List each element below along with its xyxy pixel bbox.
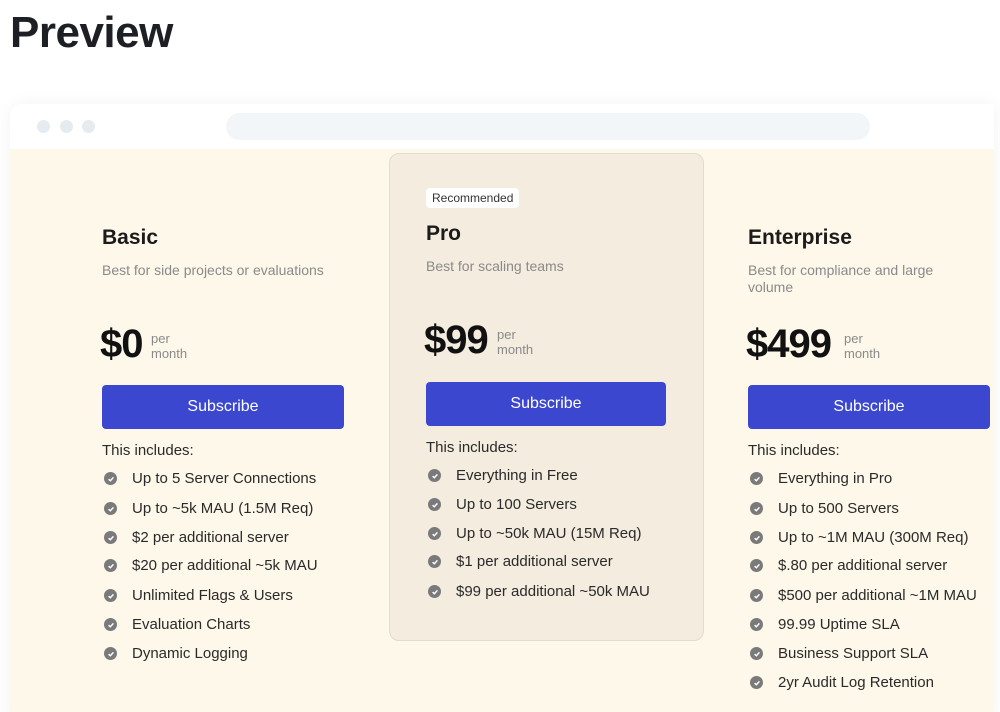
window-titlebar xyxy=(10,104,994,149)
plan-price: $99 xyxy=(424,318,489,362)
subscribe-button-pro[interactable]: Subscribe xyxy=(426,382,666,426)
list-item: Up to ~1M MAU (300M Req) xyxy=(750,529,968,546)
list-item: $.80 per additional server xyxy=(750,557,947,574)
list-item: $1 per additional server xyxy=(428,553,613,570)
plan-name: Basic xyxy=(102,226,159,249)
check-icon xyxy=(428,498,441,511)
check-icon xyxy=(104,647,117,660)
plan-price: $0 xyxy=(100,322,143,366)
plan-price: $499 xyxy=(746,322,832,366)
list-item: Up to 500 Servers xyxy=(750,500,899,517)
price-period: per month xyxy=(844,331,881,361)
check-icon xyxy=(104,531,117,544)
list-item: Evaluation Charts xyxy=(104,616,250,633)
plan-description: Best for side projects or evaluations xyxy=(102,262,324,278)
check-icon xyxy=(104,502,117,515)
includes-label: This includes: xyxy=(748,442,840,459)
list-item: Dynamic Logging xyxy=(104,645,248,662)
address-bar[interactable] xyxy=(226,113,870,140)
list-item: Up to ~50k MAU (15M Req) xyxy=(428,525,642,542)
list-item: Everything in Free xyxy=(428,467,578,484)
check-icon xyxy=(104,589,117,602)
list-item: $2 per additional server xyxy=(104,529,289,546)
price-period: per month xyxy=(151,331,188,361)
plan-name: Pro xyxy=(426,222,462,245)
check-icon xyxy=(104,472,117,485)
plan-card-enterprise: Enterprise Best for compliance and large… xyxy=(746,204,994,704)
list-item: Up to 100 Servers xyxy=(428,496,577,513)
check-icon xyxy=(750,502,763,515)
price-period: per month xyxy=(497,327,534,357)
list-item: Unlimited Flags & Users xyxy=(104,587,293,604)
list-item: Everything in Pro xyxy=(750,470,892,487)
plan-card-basic: Basic Best for side projects or evaluati… xyxy=(100,204,352,704)
includes-label: This includes: xyxy=(426,439,518,456)
subscribe-button-basic[interactable]: Subscribe xyxy=(102,385,344,429)
check-icon xyxy=(104,618,117,631)
plan-description: Best for scaling teams xyxy=(426,258,564,274)
list-item: $20 per additional ~5k MAU xyxy=(104,557,318,574)
list-item: Up to ~5k MAU (1.5M Req) xyxy=(104,500,313,517)
browser-window: Basic Best for side projects or evaluati… xyxy=(10,104,994,712)
check-icon xyxy=(750,589,763,602)
page-title: Preview xyxy=(10,8,173,57)
list-item: Business Support SLA xyxy=(750,645,928,662)
plan-description: Best for compliance and large volume xyxy=(748,262,934,295)
list-item: 2yr Audit Log Retention xyxy=(750,674,934,691)
check-icon xyxy=(750,618,763,631)
list-item: $500 per additional ~1M MAU xyxy=(750,587,977,604)
subscribe-button-enterprise[interactable]: Subscribe xyxy=(748,385,990,429)
plan-name: Enterprise xyxy=(748,226,852,249)
check-icon xyxy=(428,527,441,540)
check-icon xyxy=(750,676,763,689)
check-icon xyxy=(750,472,763,485)
check-icon xyxy=(428,469,441,482)
list-item: $99 per additional ~50k MAU xyxy=(428,583,650,600)
includes-label: This includes: xyxy=(102,442,194,459)
list-item: 99.99 Uptime SLA xyxy=(750,616,900,633)
plan-card-pro: Recommended Pro Best for scaling teams $… xyxy=(389,153,704,641)
window-dot-icon xyxy=(60,120,73,133)
recommended-badge: Recommended xyxy=(426,188,520,208)
check-icon xyxy=(104,559,117,572)
window-dot-icon xyxy=(37,120,50,133)
check-icon xyxy=(428,585,441,598)
list-item: Up to 5 Server Connections xyxy=(104,470,316,487)
window-dot-icon xyxy=(82,120,95,133)
check-icon xyxy=(428,555,441,568)
check-icon xyxy=(750,559,763,572)
check-icon xyxy=(750,647,763,660)
check-icon xyxy=(750,531,763,544)
